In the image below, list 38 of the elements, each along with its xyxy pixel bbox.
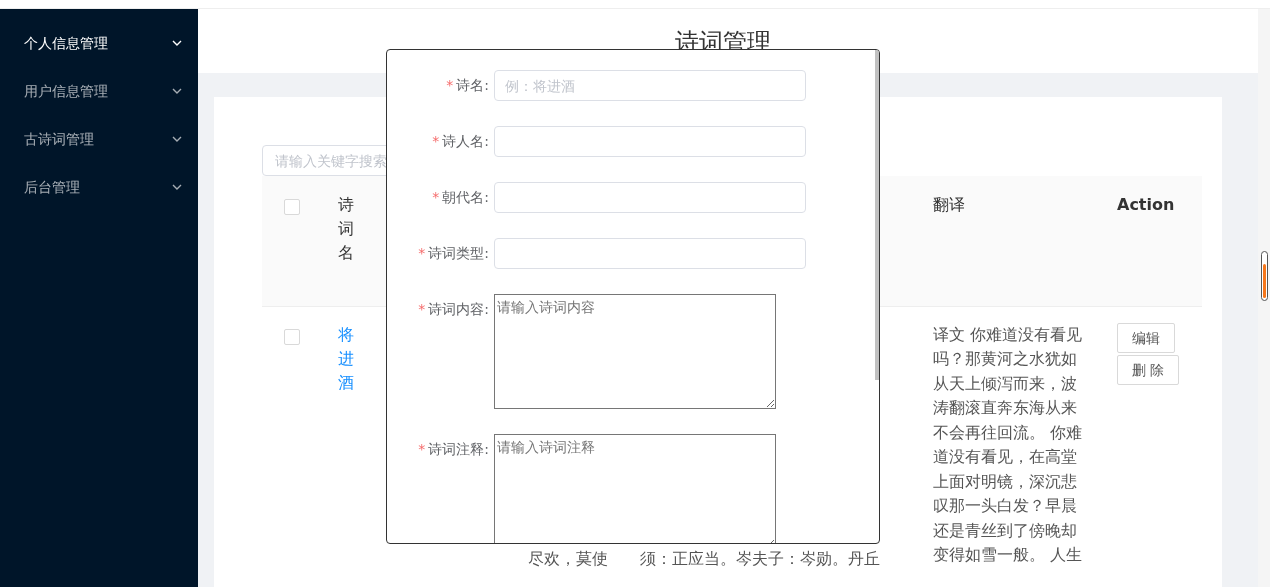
sidebar-item[interactable]: 后台管理: [0, 163, 198, 211]
required-mark: *: [446, 77, 454, 93]
checkbox[interactable]: [284, 328, 300, 345]
field-label: 诗人名:: [442, 133, 489, 149]
sidebar-item[interactable]: 古诗词管理: [0, 115, 198, 163]
input-field[interactable]: 例：将进酒: [494, 70, 806, 101]
field-label: 诗名:: [456, 77, 489, 93]
table-cell-text: 尽欢，莫使: [528, 547, 608, 570]
required-mark: *: [418, 245, 426, 261]
delete-button[interactable]: 删 除: [1117, 354, 1180, 385]
column-header: 翻译: [933, 195, 965, 214]
chevron-icon: [172, 40, 182, 46]
table-cell-text: 须：正应当。岑夫子：岑勋。丹丘: [640, 547, 881, 570]
field-label: 朝代名:: [442, 189, 489, 205]
checkbox[interactable]: [284, 199, 300, 215]
input-field[interactable]: [494, 238, 806, 269]
field-label: 诗词内容:: [428, 301, 489, 317]
field-label: 诗词类型:: [428, 245, 489, 261]
scrollbar[interactable]: [875, 50, 879, 380]
input-field[interactable]: [494, 126, 806, 157]
required-mark: *: [418, 301, 426, 317]
edit-button[interactable]: 编辑: [1117, 322, 1175, 353]
table-cell-text: 译文 你难道没有看见 吗？那黄河之水犹如 从天上倾泻而来，波 涛翻滚直奔东海从来 不会再往回流。 你难 道没有看见，在高堂 上面对明镜，深沉悲 叹那一头白发？早晨 还是青丝到了傍晚却 变得如雪一般。 人生: [933, 323, 1084, 566]
chevron-icon: [172, 88, 182, 94]
chevron-icon: [172, 136, 182, 142]
column-header: Action: [1117, 195, 1175, 214]
input-field[interactable]: [494, 182, 806, 213]
required-mark: *: [418, 441, 426, 457]
required-mark: *: [432, 133, 440, 149]
required-mark: *: [432, 189, 440, 205]
chevron-icon: [172, 184, 182, 190]
column-header: 诗词名: [338, 194, 354, 264]
text-area[interactable]: 请输入诗词注释: [494, 434, 776, 543]
sidebar-item[interactable]: 用户信息管理: [0, 67, 198, 115]
field-label: 诗词注释:: [428, 441, 489, 457]
scrollbar[interactable]: [1258, 9, 1270, 587]
sidebar-item[interactable]: 个人信息管理: [0, 19, 198, 67]
text-area[interactable]: 请输入诗词内容: [494, 294, 776, 409]
